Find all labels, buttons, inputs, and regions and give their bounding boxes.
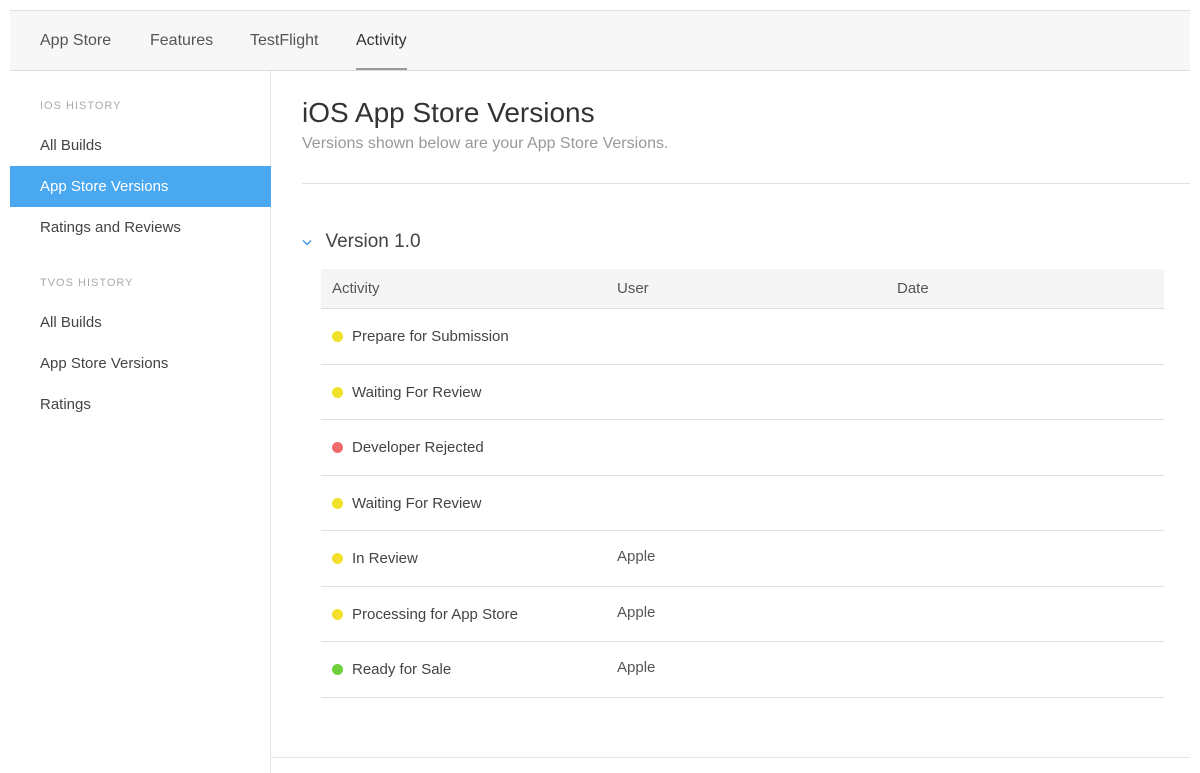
sidebar-item-tvos-all-builds[interactable]: All Builds	[10, 302, 271, 343]
activity-cell: Waiting For Review	[332, 365, 481, 420]
status-dot-icon	[332, 664, 343, 675]
table-row: Ready for Sale Apple	[321, 642, 1164, 698]
activity-cell: Developer Rejected	[332, 420, 484, 475]
tab-activity[interactable]: Activity	[356, 11, 407, 70]
activity-cell: In Review	[332, 531, 418, 586]
status-dot-icon	[332, 442, 343, 453]
sidebar-item-ios-ratings-and-reviews[interactable]: Ratings and Reviews	[10, 207, 271, 248]
user-cell: Apple	[617, 659, 656, 676]
table-row: Waiting For Review	[321, 476, 1164, 531]
table-row: In Review Apple	[321, 531, 1164, 587]
status-dot-icon	[332, 608, 343, 620]
table-row: Prepare for Submission	[321, 309, 1164, 365]
user-cell: Apple	[617, 548, 656, 565]
column-header-date: Date	[897, 280, 929, 297]
activity-cell: Prepare for Submission	[332, 309, 509, 364]
activity-label: Processing for App Store	[352, 605, 518, 623]
table-body: Prepare for Submission Waiting For Review…	[321, 309, 1164, 698]
column-header-user: User	[617, 280, 649, 297]
ios-history-heading: iOS HISTORY	[40, 100, 122, 112]
header-divider	[302, 183, 1190, 184]
activity-cell: Waiting For Review	[332, 476, 481, 531]
table-row: Processing for App Store Apple	[321, 587, 1164, 642]
version-label: Version 1.0	[325, 231, 421, 252]
table-header: Activity User Date	[321, 269, 1164, 309]
bottom-divider	[271, 757, 1190, 758]
table-row: Waiting For Review	[321, 365, 1164, 420]
main-content: iOS App Store Versions Versions shown be…	[271, 71, 1190, 773]
activity-cell: Processing for App Store	[332, 587, 518, 642]
tab-app-store[interactable]: App Store	[40, 11, 111, 70]
activity-label: Prepare for Submission	[352, 328, 509, 345]
status-dot-icon	[332, 553, 343, 564]
version-toggle[interactable]: Version 1.0	[302, 231, 421, 257]
activity-label: Waiting For Review	[352, 383, 482, 401]
sidebar-item-tvos-ratings[interactable]: Ratings	[10, 384, 271, 425]
top-navigation: App Store Features TestFlight Activity	[10, 11, 1190, 71]
activity-cell: Ready for Sale	[332, 642, 451, 697]
page-title: iOS App Store Versions	[302, 97, 595, 128]
sidebar-item-tvos-app-store-versions[interactable]: App Store Versions	[10, 343, 271, 384]
activity-table: Activity User Date Prepare for Submissio…	[321, 269, 1164, 698]
tab-testflight[interactable]: TestFlight	[250, 11, 318, 70]
chevron-down-icon	[302, 239, 316, 246]
status-dot-icon	[332, 497, 343, 509]
tab-features[interactable]: Features	[150, 11, 213, 70]
activity-label: In Review	[352, 550, 418, 567]
status-dot-icon	[332, 331, 343, 342]
activity-label: Waiting For Review	[352, 494, 482, 512]
user-cell: Apple	[617, 603, 656, 621]
status-dot-icon	[332, 386, 343, 398]
sidebar: iOS HISTORY All Builds App Store Version…	[10, 71, 271, 773]
table-row: Developer Rejected	[321, 420, 1164, 476]
column-header-activity: Activity	[332, 280, 380, 297]
tvos-history-heading: tvOS HISTORY	[40, 277, 134, 289]
sidebar-item-ios-app-store-versions[interactable]: App Store Versions	[10, 166, 271, 207]
sidebar-item-ios-all-builds[interactable]: All Builds	[10, 125, 271, 166]
activity-label: Developer Rejected	[352, 439, 484, 456]
activity-label: Ready for Sale	[352, 661, 452, 678]
page-subtitle: Versions shown below are your App Store …	[302, 135, 669, 152]
